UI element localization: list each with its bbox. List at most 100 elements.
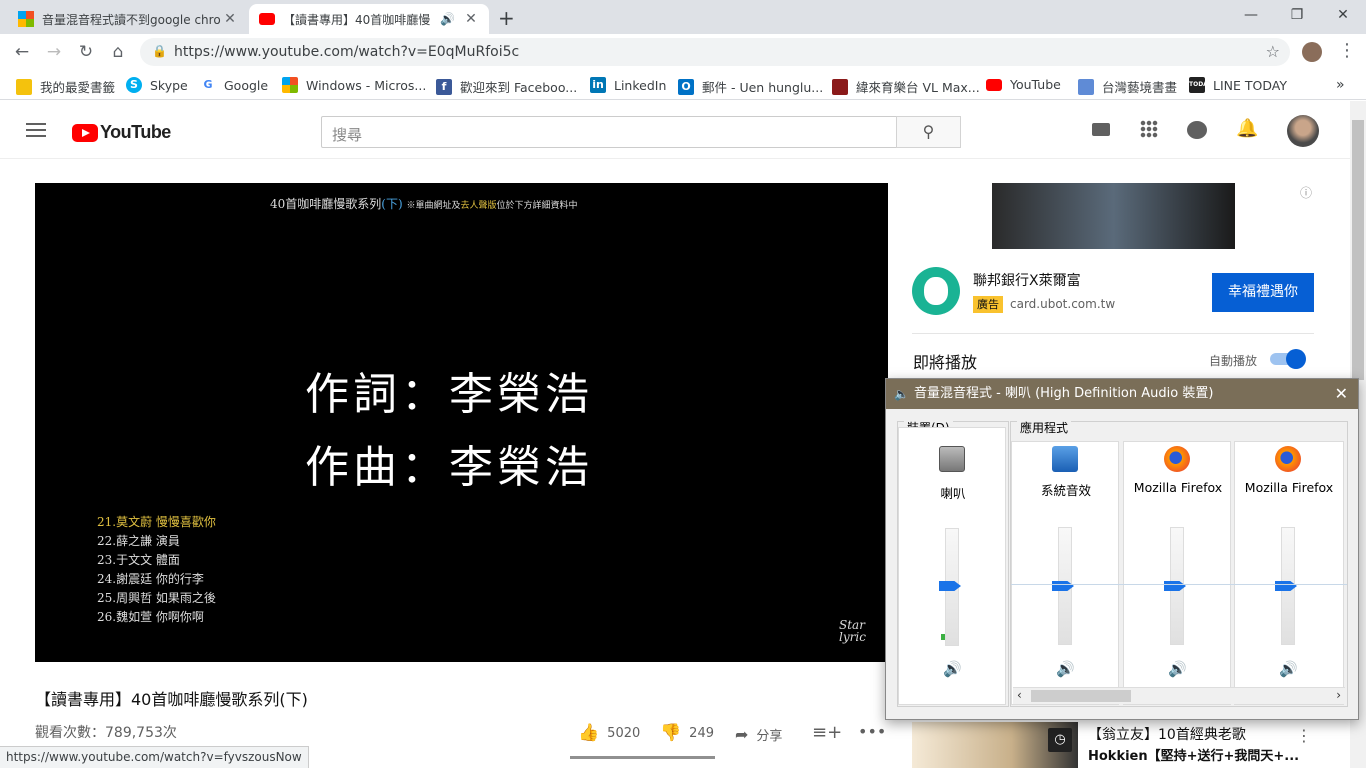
- hamburger-menu-icon[interactable]: [26, 123, 46, 137]
- next-video-title[interactable]: 【翁立友】10首經典老歌: [1088, 724, 1246, 744]
- scrollbar-thumb[interactable]: [1031, 690, 1131, 702]
- bookmark-youtube[interactable]: YouTube: [986, 77, 1061, 92]
- windows-icon: [18, 11, 34, 27]
- thumbs-up-icon: 👍: [578, 723, 600, 743]
- watermark: Star lyric: [839, 619, 866, 643]
- tracklist-item: 23.于文文 體面: [97, 553, 180, 567]
- new-tab-button[interactable]: +: [498, 6, 515, 30]
- next-video-menu-icon[interactable]: ⋮: [1296, 726, 1312, 745]
- bookmark-google[interactable]: G Google: [200, 77, 268, 93]
- tab-youtube[interactable]: 【讀書專用】40首咖啡廳慢 🔊 ✕: [249, 4, 489, 34]
- status-url: https://www.youtube.com/watch?v=fyvszous…: [0, 746, 309, 768]
- share-button[interactable]: ➦ 分享: [735, 725, 782, 744]
- close-window-button[interactable]: ✕: [1320, 0, 1366, 30]
- watch-later-icon[interactable]: ◷: [1048, 728, 1072, 752]
- bookmark-windows[interactable]: Windows - Micros...: [282, 77, 426, 93]
- autoplay-toggle[interactable]: [1270, 349, 1306, 369]
- ad-badge: 廣告: [973, 296, 1003, 313]
- youtube-icon: [986, 78, 1002, 91]
- next-video-subtitle[interactable]: Hokkien【堅持+送行+我問天+...: [1088, 745, 1299, 764]
- bookmark-line-today[interactable]: TODAY LINE TODAY: [1189, 77, 1287, 93]
- apps-horizontal-scrollbar[interactable]: ‹ ›: [1013, 687, 1345, 704]
- close-icon[interactable]: ✕: [463, 11, 479, 27]
- mixer-close-button[interactable]: ✕: [1335, 379, 1348, 409]
- bookmark-label: YouTube: [1010, 77, 1061, 92]
- mute-toggle-icon[interactable]: 🔊: [1279, 660, 1298, 678]
- more-actions-icon[interactable]: •••: [858, 722, 886, 741]
- bookmark-art[interactable]: 台灣藝境書畫: [1078, 77, 1177, 96]
- firefox-icon: [1275, 446, 1301, 472]
- youtube-header: YouTube 搜尋 ⚲ 🔔: [0, 101, 1350, 159]
- search-input[interactable]: 搜尋: [321, 116, 897, 148]
- scroll-left-icon[interactable]: ‹: [1017, 688, 1022, 702]
- bookmark-label: 歡迎來到 Faceboo...: [460, 80, 578, 95]
- bookmark-favorites[interactable]: 我的最愛書籤: [16, 77, 115, 96]
- advertiser-logo[interactable]: [912, 267, 960, 315]
- lock-icon[interactable]: 🔒: [152, 44, 167, 58]
- next-video-thumbnail[interactable]: ◷: [912, 722, 1078, 768]
- bookmark-linkedin[interactable]: in LinkedIn: [590, 77, 666, 93]
- youtube-logo[interactable]: YouTube: [72, 122, 171, 143]
- share-icon: ➦: [735, 725, 749, 744]
- mixer-channel-speaker: 喇叭 🔊: [898, 427, 1006, 705]
- forward-button[interactable]: →: [42, 40, 66, 64]
- info-icon[interactable]: ⓘ: [1300, 184, 1312, 201]
- video-player[interactable]: 40首咖啡廳慢歌系列(下) ※單曲網址及去人聲版位於下方詳細資料中 作詞：李榮浩…: [35, 183, 888, 662]
- user-avatar[interactable]: [1287, 115, 1319, 147]
- dislike-button[interactable]: 👎 249: [660, 723, 714, 743]
- bookmark-facebook[interactable]: f 歡迎來到 Faceboo...: [436, 77, 577, 96]
- apps-grid-icon[interactable]: [1140, 120, 1158, 138]
- messages-icon[interactable]: [1187, 121, 1207, 139]
- divider: [912, 333, 1314, 334]
- line-today-icon: TODAY: [1189, 77, 1212, 93]
- mute-toggle-icon[interactable]: 🔊: [1168, 660, 1187, 678]
- reload-button[interactable]: ↻: [74, 40, 98, 64]
- scroll-right-icon[interactable]: ›: [1336, 688, 1341, 702]
- google-icon: G: [200, 77, 216, 93]
- maximize-button[interactable]: ❐: [1274, 0, 1320, 30]
- watermark-line: lyric: [839, 630, 866, 644]
- create-video-icon[interactable]: [1092, 123, 1110, 136]
- autoplay-toggle-knob: [1286, 349, 1306, 369]
- search-icon: ⚲: [922, 122, 935, 141]
- notifications-bell-icon[interactable]: 🔔: [1236, 118, 1258, 139]
- volume-mixer-dialog: 🔈 音量混音程式 - 喇叭 (High Definition Audio 裝置)…: [885, 378, 1359, 720]
- bookmark-star-icon[interactable]: ☆: [1266, 42, 1280, 61]
- address-bar[interactable]: 🔒 https://www.youtube.com/watch?v=E0qMuR…: [140, 38, 1290, 66]
- minimize-button[interactable]: —: [1228, 0, 1274, 30]
- back-button[interactable]: ←: [10, 40, 34, 64]
- linkedin-icon: in: [590, 77, 606, 93]
- overlay-title-paren: (下): [381, 197, 403, 211]
- bookmarks-overflow-icon[interactable]: »: [1336, 77, 1345, 93]
- bookmark-label: Google: [224, 77, 269, 93]
- search-button[interactable]: ⚲: [896, 116, 961, 148]
- audio-playing-icon[interactable]: 🔊: [440, 12, 455, 26]
- channel-name: 系統音效: [1040, 483, 1091, 498]
- page-scrollbar-thumb[interactable]: [1352, 120, 1364, 380]
- add-to-playlist-icon[interactable]: ≡+: [812, 722, 842, 743]
- ad-banner-image[interactable]: [992, 183, 1235, 249]
- close-icon[interactable]: ✕: [222, 11, 238, 27]
- profile-avatar[interactable]: [1302, 42, 1322, 62]
- mute-toggle-icon[interactable]: 🔊: [1056, 660, 1075, 678]
- like-ratio-bar: [570, 756, 715, 759]
- page-icon: [1078, 78, 1094, 95]
- bookmark-skype[interactable]: S Skype: [126, 77, 188, 93]
- ad-cta-button[interactable]: 幸福禮遇你: [1212, 273, 1314, 312]
- overlay-note-suffix: 位於下方詳細資料中: [496, 201, 578, 211]
- tab-title: 【讀書專用】40首咖啡廳慢: [283, 12, 431, 27]
- menu-dots-icon[interactable]: ⋮: [1338, 40, 1356, 61]
- bookmark-vlmax[interactable]: 緯來育樂台 VL Max...: [832, 77, 980, 96]
- home-button[interactable]: ⌂: [106, 40, 130, 64]
- tab-mixer-question[interactable]: 音量混音程式讀不到google chro ✕: [8, 4, 248, 34]
- mixer-channel-system-sounds: 系統音效 🔊: [1011, 441, 1119, 705]
- like-button[interactable]: 👍 5020: [578, 723, 640, 743]
- overlay-note-highlight: 去人聲版: [460, 201, 497, 211]
- skype-icon: S: [126, 77, 142, 93]
- mixer-channel-firefox-1: Mozilla Firefox 🔊: [1123, 441, 1231, 705]
- bookmark-outlook[interactable]: O 郵件 - Uen hunglu...: [678, 77, 823, 96]
- bookmarks-bar: 我的最愛書籤 S Skype G Google Windows - Micros..…: [0, 70, 1366, 100]
- channel-name: Mozilla Firefox: [1133, 480, 1223, 495]
- mixer-titlebar[interactable]: 🔈 音量混音程式 - 喇叭 (High Definition Audio 裝置)…: [886, 379, 1358, 409]
- mute-toggle-icon[interactable]: 🔊: [943, 660, 962, 678]
